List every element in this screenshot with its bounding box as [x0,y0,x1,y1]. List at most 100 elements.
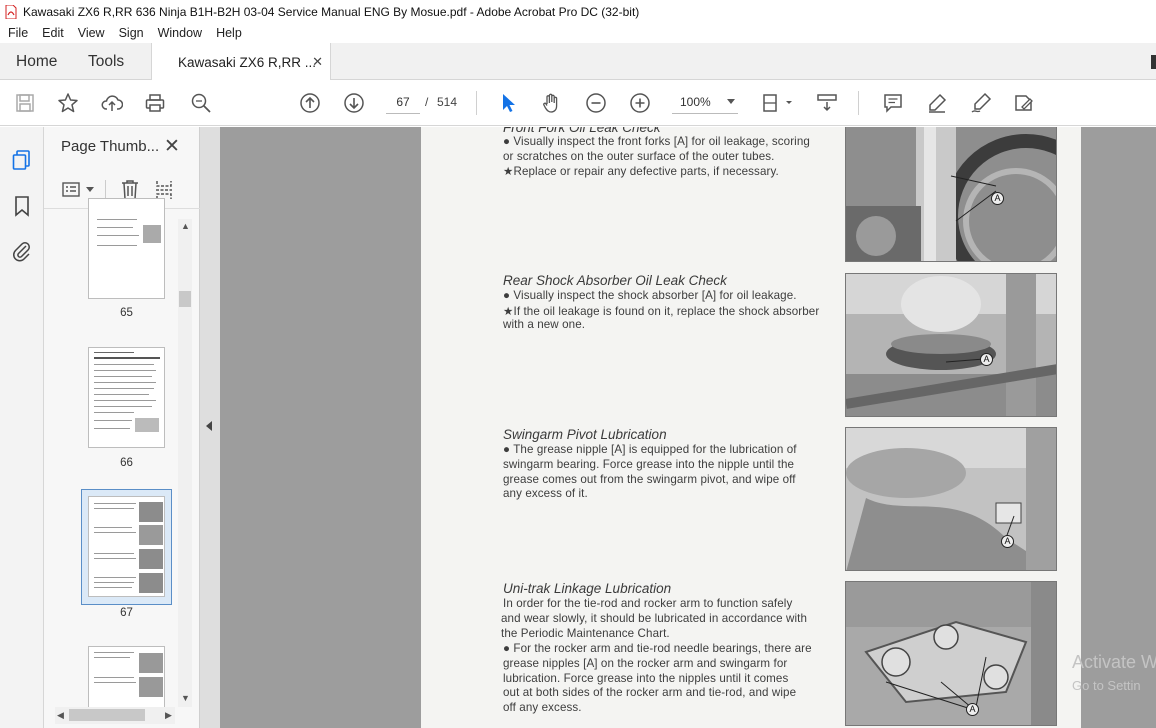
panel-title: Page Thumb... [61,138,160,155]
section-line: any excess of it. [503,487,588,500]
tab-tools[interactable]: Tools [88,43,124,80]
section-line: lubrication. Force grease into the nippl… [503,672,789,685]
chevron-down-icon [727,99,735,104]
callout-a: A [980,353,993,366]
tab-document[interactable]: Kawasaki ZX6 R,RR ... ✕ [151,43,331,81]
section-line: swingarm bearing. Force grease into the … [503,458,795,471]
section-line: out at both sides of the rocker arm and … [503,686,797,699]
section-title-front-fork: Front Fork Oil Leak Check [503,127,661,135]
close-tab-icon[interactable]: ✕ [312,54,323,70]
photo-front-fork: A [845,127,1057,262]
toolbar-divider [476,91,477,115]
star-icon[interactable] [56,91,80,115]
watermark-line-2: Go to Settin [1072,678,1141,693]
tab-overflow-icon[interactable] [1151,55,1156,69]
thumbnail-label: 65 [120,307,133,319]
close-panel-icon[interactable]: ✕ [164,135,180,158]
section-line: grease nipples [A] on the rocker arm and… [503,657,788,670]
scrollbar-thumb[interactable] [179,291,191,307]
page-thumbnails-icon[interactable] [11,149,33,171]
attachment-icon[interactable] [11,240,33,262]
page-thumbnail-selected[interactable] [88,496,165,597]
page-thumbnail[interactable] [88,646,165,708]
page-up-icon[interactable] [298,91,322,115]
left-navigation-rail [0,127,44,728]
tab-bar: Home Tools Kawasaki ZX6 R,RR ... ✕ [0,43,1156,81]
section-title-rear-shock: Rear Shock Absorber Oil Leak Check [503,273,727,288]
thumbnails-vertical-scrollbar[interactable]: ▲ ▼ [178,219,192,707]
options-list-icon[interactable] [62,181,84,199]
sign-icon[interactable] [969,91,993,115]
toolbar-divider [858,91,859,115]
thumbnails-horizontal-scrollbar[interactable]: ◀ ▶ [55,707,175,724]
photo-swingarm-pivot: A [845,427,1057,571]
thumbnail-label: 67 [120,607,133,619]
menu-edit[interactable]: Edit [42,26,64,40]
collapse-panel-handle[interactable] [200,127,220,728]
zoom-value: 100% [680,94,711,109]
upload-icon[interactable] [100,91,124,115]
page-down-icon[interactable] [342,91,366,115]
panel-toolbar-divider [105,180,106,200]
zoom-in-icon[interactable] [628,91,652,115]
chevron-down-icon[interactable] [86,187,94,193]
callout-a: A [1001,535,1014,548]
document-tab-label: Kawasaki ZX6 R,RR ... [178,54,317,70]
save-icon[interactable] [13,91,37,115]
page-thumbnail[interactable] [88,347,165,448]
callout-a: A [991,192,1004,205]
hand-icon[interactable] [540,91,564,115]
menu-file[interactable]: File [8,26,28,40]
menu-help[interactable]: Help [216,26,242,40]
pdf-page: Front Fork Oil Leak Check ● Visually ins… [421,127,1081,728]
section-line: with a new one. [503,318,586,331]
menu-sign[interactable]: Sign [119,26,144,40]
comment-icon[interactable] [881,91,905,115]
page-thumbnail[interactable] [88,198,165,299]
page-number-input[interactable] [386,90,420,114]
menu-window[interactable]: Window [158,26,202,40]
zoom-search-icon[interactable] [189,91,213,115]
window-titlebar: Kawasaki ZX6 R,RR 636 Ninja B1H-B2H 03-0… [0,0,1156,23]
scroll-right-arrow-icon[interactable]: ▶ [165,710,172,721]
bookmark-icon[interactable] [11,195,33,217]
photo-unitrak-linkage: A [845,581,1057,726]
window-title: Kawasaki ZX6 R,RR 636 Ninja B1H-B2H 03-0… [23,4,640,19]
page-fit-icon[interactable] [760,91,796,115]
section-title-unitrak-linkage: Uni-trak Linkage Lubrication [503,581,672,596]
acrobat-app-icon [5,4,17,19]
chevron-left-icon [206,421,212,431]
zoom-select[interactable]: 100% [672,90,738,114]
page-separator: / [425,95,429,109]
section-line: ● Visually inspect the front forks [A] f… [503,135,810,148]
highlight-icon[interactable] [925,91,949,115]
section-line: ● For the rocker arm and tie-rod needle … [503,642,812,655]
section-line: ● Visually inspect the shock absorber [A… [503,289,797,302]
section-line: ● The grease nipple [A] is equipped for … [503,443,797,456]
scroll-down-arrow-icon[interactable]: ▼ [181,693,190,703]
watermark-line-1: Activate W [1072,652,1156,672]
callout-a: A [966,703,979,716]
activation-watermark: Activate W Go to Settin [1072,652,1156,693]
section-title-swingarm-pivot: Swingarm Pivot Lubrication [503,427,667,442]
page-total: 514 [437,95,458,109]
thumbnail-label: 66 [120,457,133,469]
section-line: grease comes out from the swingarm pivot… [503,473,796,486]
scrollbar-thumb[interactable] [69,709,145,721]
tab-home[interactable]: Home [16,43,57,80]
main-toolbar [0,80,1156,126]
scroll-left-arrow-icon[interactable]: ◀ [57,710,64,721]
select-cursor-icon[interactable] [496,91,520,115]
section-line: off any excess. [503,701,582,714]
document-canvas[interactable]: Front Fork Oil Leak Check ● Visually ins… [220,127,1156,728]
zoom-out-icon[interactable] [584,91,608,115]
section-line: the Periodic Maintenance Chart. [501,627,670,640]
photo-rear-shock: A [845,273,1057,417]
fill-sign-icon[interactable] [1012,91,1036,115]
print-icon[interactable] [143,91,167,115]
scroll-mode-icon[interactable] [815,91,839,115]
section-line: ★Replace or repair any defective parts, … [503,165,779,178]
menu-view[interactable]: View [78,26,105,40]
section-line: and wear slowly, it should be lubricated… [501,612,807,625]
scroll-up-arrow-icon[interactable]: ▲ [181,221,190,231]
